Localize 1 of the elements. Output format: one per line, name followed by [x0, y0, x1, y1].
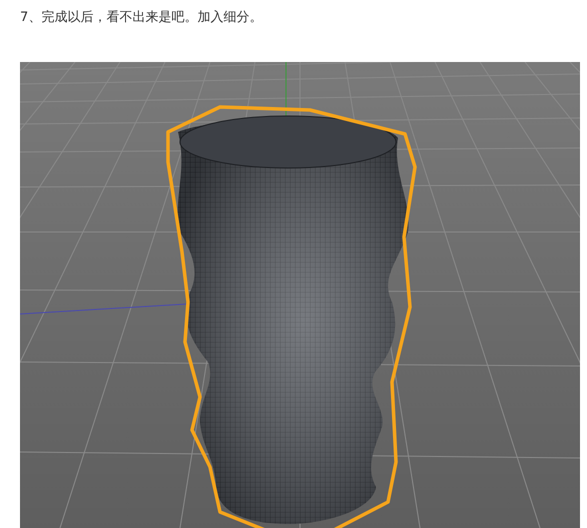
- step-text: 7、完成以后，看不出来是吧。加入细分。: [20, 9, 264, 27]
